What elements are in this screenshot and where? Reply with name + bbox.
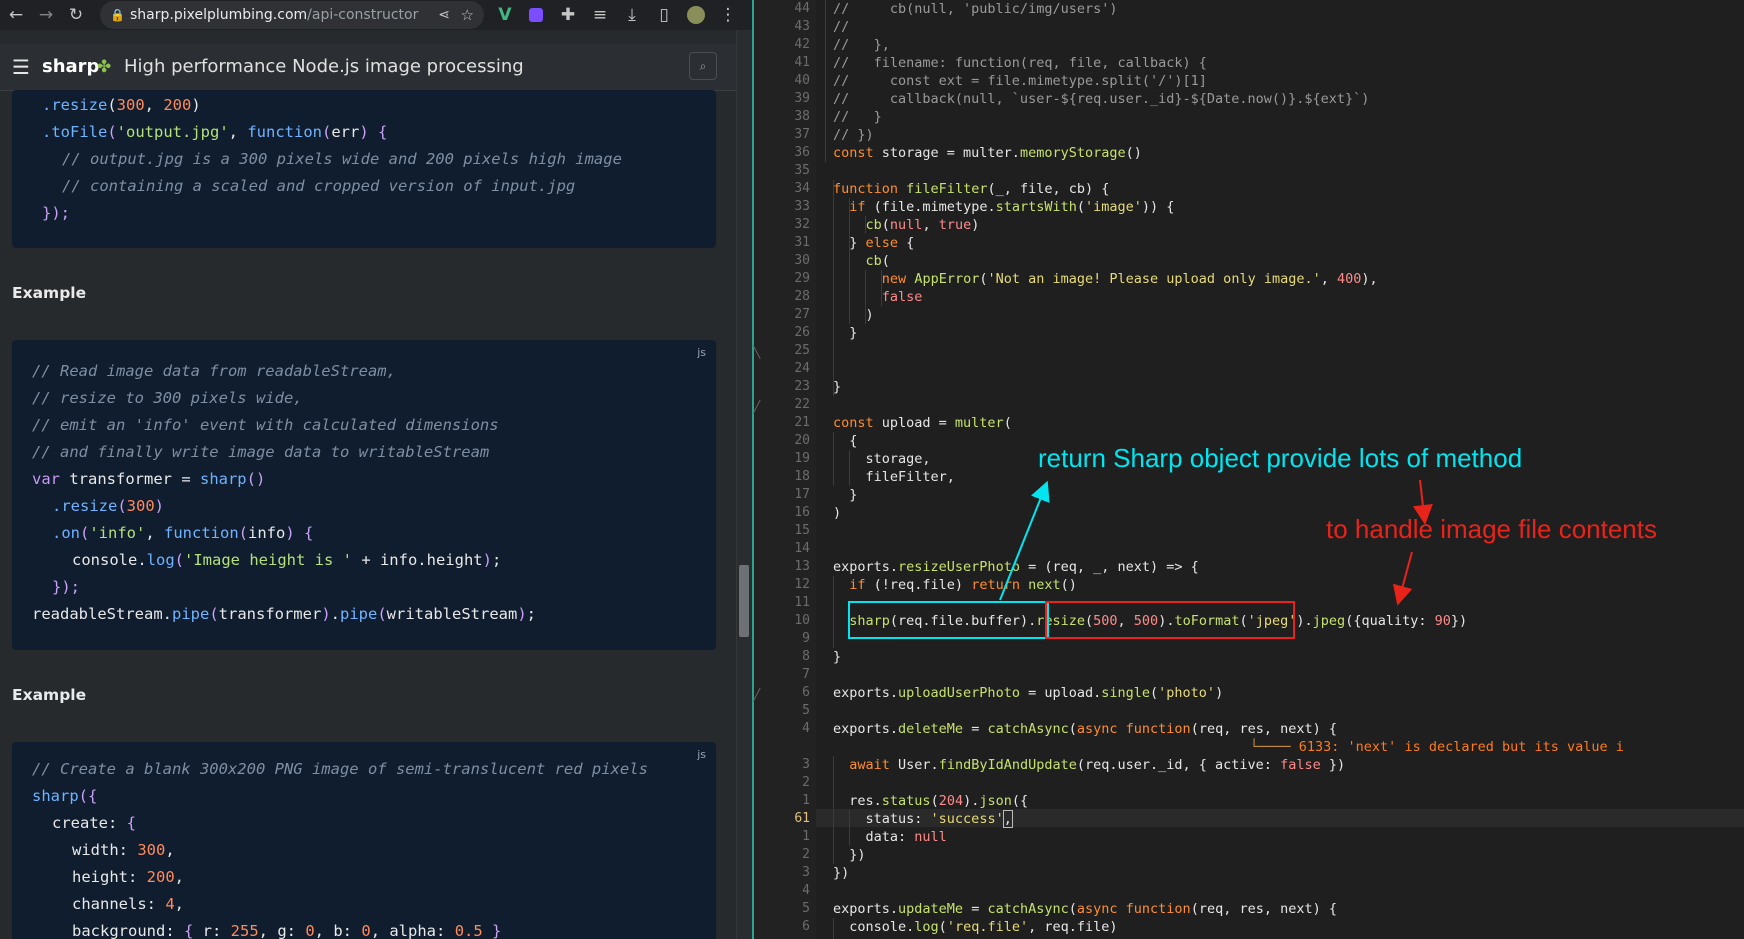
url-text[interactable]: sharp.pixelplumbing.com/api-constructor [130,1,418,29]
code-example-3: js // Create a blank 300x200 PNG image o… [12,742,716,939]
browser-window: ← → ↻ 🔒 sharp.pixelplumbing.com/api-cons… [0,0,752,939]
lock-icon[interactable]: 🔒 [110,1,125,29]
puzzle-extensions-icon[interactable]: ✚ [556,0,580,30]
arrow-right-icon[interactable]: → [34,0,58,30]
url-path: /api-constructor [307,7,419,23]
example-heading: Example [12,686,87,704]
code-comment: // Read image data from readableStream, [32,362,396,380]
code-comment: // containing a scaled and cropped versi… [62,177,576,195]
code-line: channels: 4, [72,895,185,913]
search-icon[interactable]: ⌕ [689,52,717,80]
code-editor: 44 43 42 41 40 39 38 37 36 35 34 33 32 31 30 29 28 27 26 25… [752,0,1744,939]
annotation-arrows [999,479,1433,606]
code-line: sharp({ [32,787,98,805]
language-badge: js [697,346,706,359]
page-scrollbar-track[interactable] [736,30,752,939]
code-comment: // and finally write image data to writa… [32,443,490,461]
code-line: .resize(300, 200) [42,96,201,114]
download-icon[interactable]: ⤓ [620,0,644,30]
hamburger-menu-icon[interactable]: ☰ [12,55,30,79]
kebab-menu-icon[interactable]: ⋮ [716,0,740,30]
red-arrow-down [1412,479,1433,525]
code-line: .resize(300) [52,497,165,515]
code-example-2: js // Read image data from readableStrea… [12,340,716,650]
url-host: sharp.pixelplumbing.com [130,7,308,23]
code-example-1: .resize(300, 200) .toFile('output.jpg', … [12,90,716,248]
code-line: readableStream.pipe(transformer).pipe(wr… [32,605,537,623]
address-bar[interactable]: 🔒 sharp.pixelplumbing.com/api-constructo… [100,1,484,29]
code-line: console.log('Image height is ' + info.he… [72,551,502,569]
example-heading: Example [12,284,87,302]
arrow-left-icon[interactable]: ← [4,0,28,30]
code-line: height: 200, [72,868,184,886]
red-arrow-to-box [1392,551,1413,606]
site-tagline: High performance Node.js image processin… [124,56,524,77]
leaf-icon: ✤ [97,57,112,77]
code-line: width: 300, [72,841,175,859]
browser-toolbar: ← → ↻ 🔒 sharp.pixelplumbing.com/api-cons… [0,0,752,30]
cyan-arrow [999,480,1050,601]
site-header: ☰ sharp ✤ High performance Node.js image… [0,44,736,91]
code-comment: // resize to 300 pixels wide, [32,389,303,407]
code-comment: // output.jpg is a 300 pixels wide and 2… [62,150,622,168]
site-brand[interactable]: sharp [42,55,99,79]
code-line: create: { [52,814,136,832]
code-comment: // Create a blank 300x200 PNG image of s… [32,760,648,778]
code-line: }); [42,204,70,222]
profile-avatar[interactable] [684,0,708,30]
share-icon[interactable]: ⋖ [438,1,450,29]
code-line: var transformer = sharp() [32,470,266,488]
page-scrollbar-thumb[interactable] [739,565,749,637]
star-icon[interactable]: ☆ [461,1,474,29]
reload-icon[interactable]: ↻ [64,0,88,30]
language-badge: js [697,748,706,761]
reading-list-icon[interactable]: ≡ [588,0,612,30]
vue-devtools-extension-icon[interactable]: V [493,0,517,30]
extension-icon[interactable] [524,0,548,30]
code-line: .on('info', function(info) { [52,524,314,542]
code-line: }); [52,578,80,596]
code-line: .toFile('output.jpg', function(err) { [42,123,388,141]
code-comment: // emit an 'info' event with calculated … [32,416,499,434]
side-panel-icon[interactable]: ▯ [652,0,676,30]
code-line: background: { r: 255, g: 0, b: 0, alpha:… [72,922,502,939]
